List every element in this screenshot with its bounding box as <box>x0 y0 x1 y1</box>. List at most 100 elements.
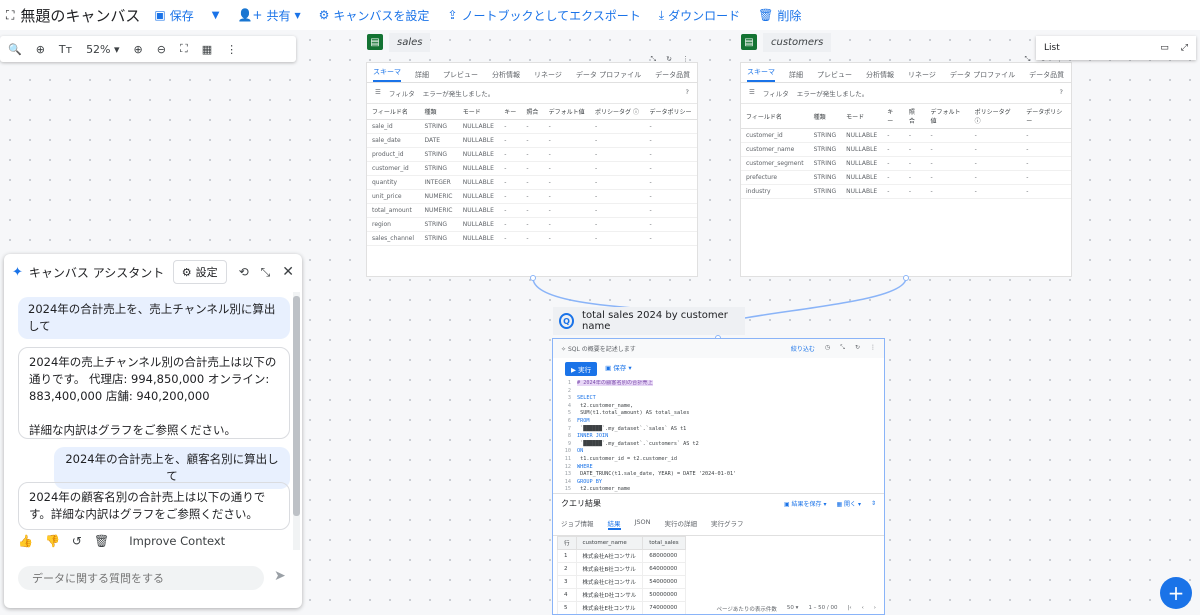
canvas-assistant-panel: ✦ キャンバス アシスタント ⚙ 設定 ⟲ ⤡ ✕ 2024年の合計売上を、売上チ… <box>4 254 302 608</box>
query-search-icon[interactable]: ⊕ <box>36 43 45 56</box>
sql-editor[interactable]: 1 # 2024年の顧客名別の合計売上 2 3 SELECT 4 t2.customer_… <box>553 380 884 493</box>
query-save-button[interactable]: ▣ 保存 ▾ <box>605 362 632 376</box>
code-text: FROM <box>577 417 590 424</box>
refine-button[interactable]: 絞り込む <box>791 344 815 353</box>
assistant-title: キャンバス アシスタント <box>28 265 165 280</box>
delete-button[interactable]: 🗑 削除 <box>758 7 801 24</box>
line-number: 2 <box>567 387 571 394</box>
table-cell: 68000000 <box>642 549 686 563</box>
column-header[interactable]: total_sales <box>642 536 686 550</box>
refresh-icon[interactable]: ↻ <box>855 344 860 353</box>
download-button[interactable]: ⤓ ダウンロード <box>659 7 740 24</box>
line-number: 6 <box>567 417 571 424</box>
grid-view-icon[interactable]: ▦ <box>202 43 212 56</box>
minimize-icon[interactable]: ⤡ <box>261 265 271 280</box>
canvas-settings-button[interactable]: ⚙ キャンバスを設定 <box>319 7 430 24</box>
save-results-button[interactable]: ▣ 結果を保存 ▾ <box>784 499 827 508</box>
expand-icon[interactable]: ⤢ <box>1181 43 1188 53</box>
query-icon: Q <box>559 313 575 329</box>
next-page-icon[interactable]: › <box>874 605 876 613</box>
zoom-in-icon[interactable]: ⊕ <box>134 43 143 56</box>
user-message: 2024年の合計売上を、売上チャンネル別に算出して <box>18 297 290 339</box>
table-cell: 74000000 <box>642 601 686 614</box>
picture-in-picture-icon[interactable]: ▭ <box>1160 43 1169 53</box>
run-button[interactable]: ▶ 実行 <box>565 362 598 376</box>
thumbs-up-icon[interactable]: 👍 <box>18 534 33 548</box>
results-header: クエリ結果 ▣ 結果を保存 ▾ ▦ 開く ▾ ⇕ <box>553 493 884 513</box>
list-panel[interactable]: List ▭ ⤢ <box>1036 36 1196 60</box>
table-cell: 54000000 <box>642 575 686 589</box>
thumbs-down-icon[interactable]: 👎 <box>45 534 60 548</box>
fit-screen-icon[interactable]: ⛶ <box>180 42 188 56</box>
scrollbar-thumb[interactable] <box>293 296 300 516</box>
code-text: SELECT <box>577 395 596 402</box>
sql-prompt-row[interactable]: ✧ SQL の概要を記述します 絞り込む ◷ ⤡ ↻ ⋮ <box>553 339 884 358</box>
code-line: 1 # 2024年の顧客名別の合計売上 <box>561 380 876 388</box>
save-dropdown-chevron-icon[interactable]: ▼ <box>212 10 220 21</box>
assistant-settings-button[interactable]: ⚙ 設定 <box>172 260 227 284</box>
improve-context-button[interactable]: Improve Context <box>129 534 225 548</box>
code-line: 7 `██████`.my_dataset`.`sales` AS t1 <box>561 426 876 434</box>
code-text: # 2024年の顧客名別の合計売上 <box>577 380 653 386</box>
send-icon[interactable]: ➤ <box>274 568 286 584</box>
table-cell: 株式会社C社コンサル <box>575 575 644 589</box>
history-icon[interactable]: ◷ <box>825 344 830 353</box>
line-number: 9 <box>567 440 571 447</box>
more-vert-icon[interactable]: ⋮ <box>226 43 237 56</box>
first-page-icon[interactable]: |‹ <box>848 605 852 613</box>
page-size-select[interactable]: 50 ▾ <box>787 605 799 613</box>
result-tab[interactable]: 結果 <box>607 518 621 530</box>
expand-toggle-icon[interactable]: ⇕ <box>871 500 876 507</box>
column-header[interactable]: customer_name <box>575 536 644 550</box>
search-icon[interactable]: 🔍 <box>8 43 22 56</box>
assistant-message: 2024年の顧客名別の合計売上は以下の通りです。詳細な内訳はグラフをご参照くださ… <box>18 482 290 530</box>
trash-icon[interactable]: 🗑 <box>94 534 109 548</box>
column-header[interactable]: 行 <box>557 536 577 550</box>
line-number: 5 <box>567 410 571 417</box>
save-icon: ▣ <box>154 8 166 22</box>
table-row: 4 株式会社D社コンサル 50000000 <box>557 588 686 602</box>
text-size-icon[interactable]: Tт <box>59 43 72 56</box>
result-tab[interactable]: ジョブ情報 <box>561 518 594 530</box>
table-row: 2 株式会社B社コンサル 64000000 <box>557 562 686 576</box>
table-cell: 50000000 <box>642 588 686 602</box>
regenerate-icon[interactable]: ↺ <box>72 534 82 548</box>
zoom-out-icon[interactable]: ⊖ <box>157 43 166 56</box>
canvas-icon: ⛶ <box>6 7 15 22</box>
query-node-header[interactable]: Q total sales 2024 by customer name <box>553 307 745 335</box>
feedback-row: 👍 👎 ↺ 🗑 Improve Context <box>18 534 225 548</box>
results-table: 行 customer_name total_sales 1 株式会社A社コンサル 6800… <box>557 536 686 614</box>
code-text: ON <box>577 448 584 455</box>
code-text: INNER JOIN <box>577 433 609 440</box>
download-icon: ⤓ <box>658 7 665 22</box>
result-tab[interactable]: 実行グラフ <box>711 518 744 530</box>
chat-scrollbar[interactable] <box>293 292 300 550</box>
save-button[interactable]: ▣ 保存 <box>154 7 193 24</box>
more-vert-icon[interactable]: ⋮ <box>870 344 876 353</box>
table-cell: 5 <box>557 601 577 614</box>
table-cell: 株式会社E社コンサル <box>575 601 644 614</box>
chat-history[interactable]: 2024年の合計売上を、売上チャンネル別に算出して 2024年の売上チャンネル別… <box>4 292 294 550</box>
line-number: 3 <box>567 395 571 402</box>
add-node-button[interactable]: + <box>1160 577 1192 609</box>
gear-icon: ⚙ <box>181 265 192 279</box>
query-node-card[interactable]: ✧ SQL の概要を記述します 絞り込む ◷ ⤡ ↻ ⋮ ▶ 実行 ▣ 保存 ▾ 1 # … <box>552 338 885 615</box>
export-notebook-button[interactable]: ⇪ ノートブックとしてエクスポート <box>447 7 640 24</box>
assistant-question-input[interactable] <box>18 566 264 590</box>
zoom-level-select[interactable]: 52% ▾ <box>86 43 119 56</box>
table-cell: 64000000 <box>642 562 686 576</box>
collapse-icon[interactable]: ⤡ <box>840 344 845 353</box>
table-cell: 株式会社A社コンサル <box>575 549 644 563</box>
result-tab[interactable]: JSON <box>635 518 651 530</box>
reset-chat-icon[interactable]: ⟲ <box>239 265 249 279</box>
share-button[interactable]: 👤+ 共有 ▼ <box>237 7 300 24</box>
open-button[interactable]: ▦ 開く ▾ <box>836 499 861 508</box>
sparkle-icon: ✧ <box>561 346 567 353</box>
page-title[interactable]: 無題のキャンバス <box>20 5 140 26</box>
results-pager: ページあたりの表示件数 50 ▾ 1 – 50 / 00 |‹ ‹ › <box>716 605 876 613</box>
prev-page-icon[interactable]: ‹ <box>862 605 864 613</box>
result-tab[interactable]: 実行の詳細 <box>665 518 698 530</box>
line-number: 10 <box>564 448 571 455</box>
line-number: 15 <box>564 486 571 493</box>
close-icon[interactable]: ✕ <box>282 264 294 280</box>
